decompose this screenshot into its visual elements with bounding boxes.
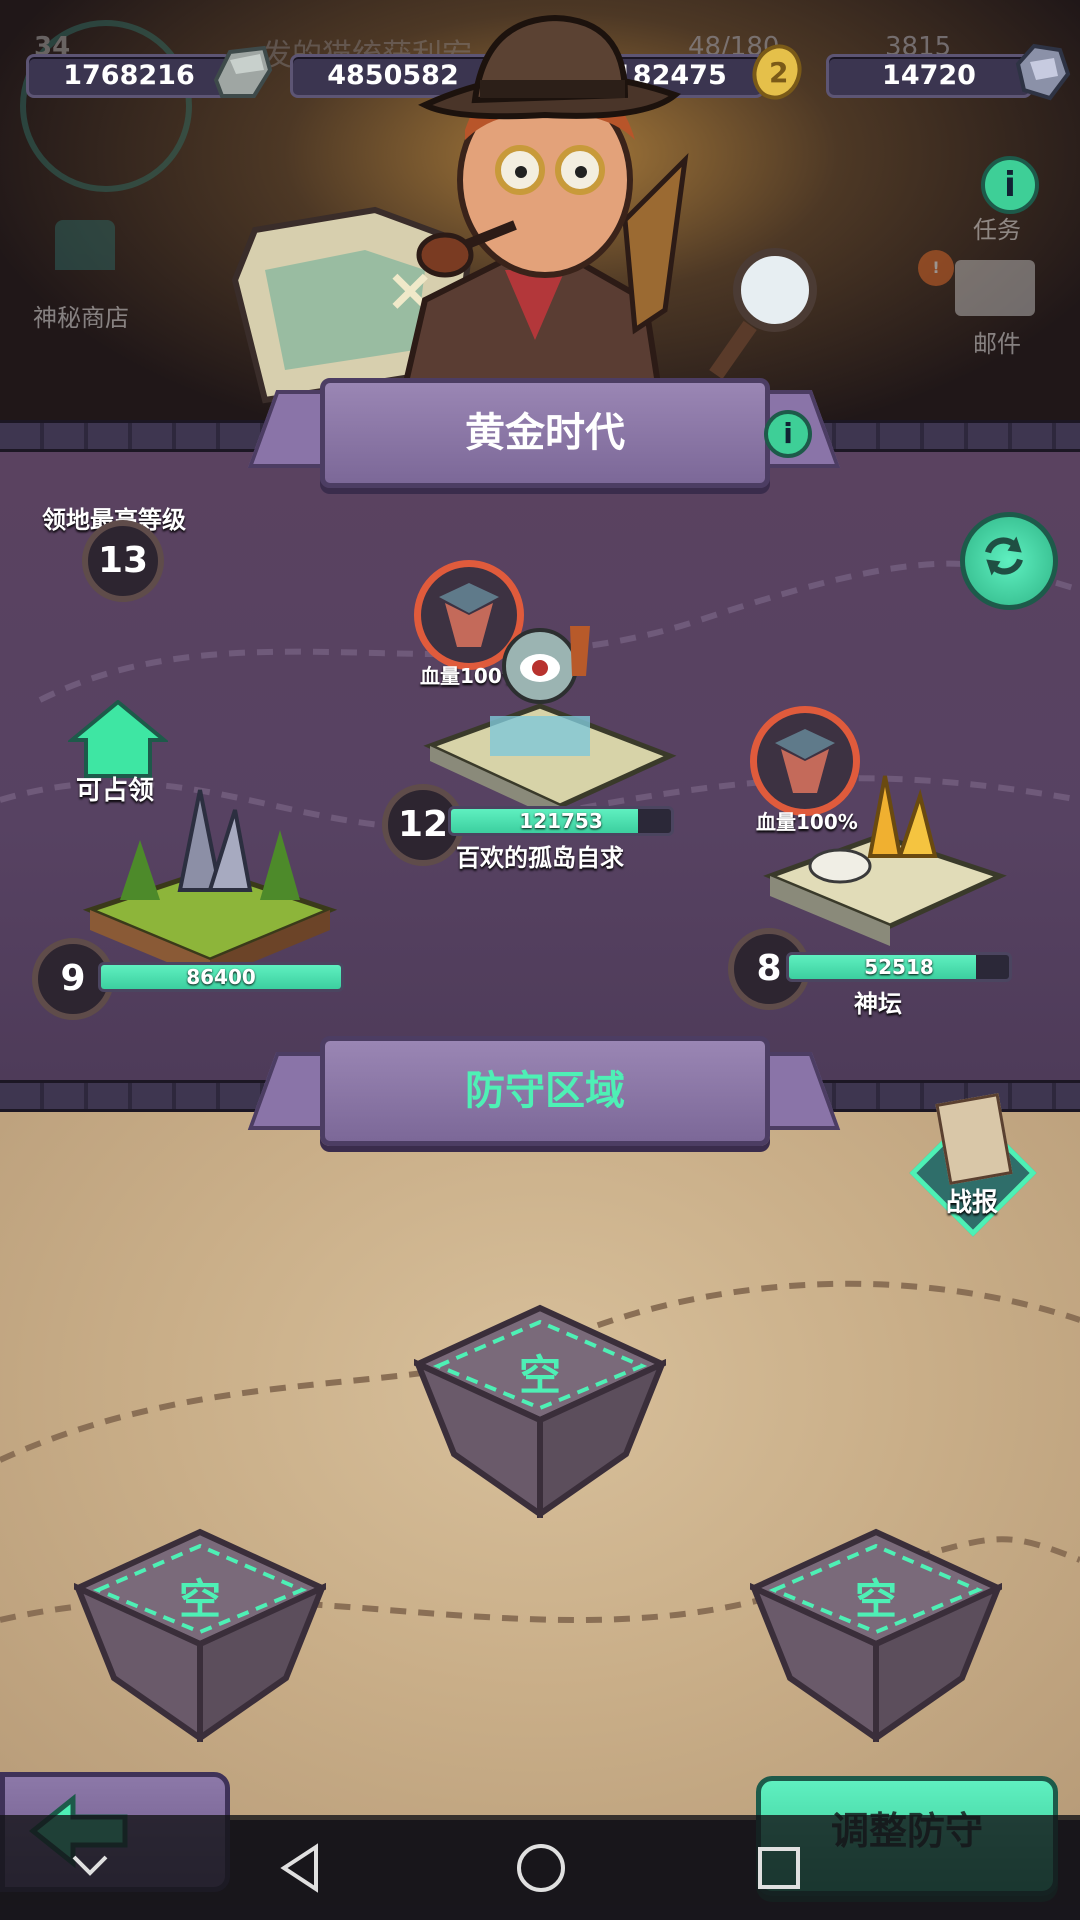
node-2-resource-bar: 121753 [448,806,674,836]
battle-report-button[interactable]: 战报 [906,1093,1037,1237]
node-3-resource-value: 52518 [864,955,934,979]
defense-banner: 防守区域 [320,1036,770,1146]
empty-slot-frame [70,1528,330,1744]
gem-value: 14720 [882,60,976,91]
explorer-character: × [231,14,817,430]
eye-temple-island [423,626,677,821]
shop-tent-icon [55,220,115,270]
gem-counter[interactable]: 14720 [826,54,1032,98]
slot-left-label: 空 [178,1575,221,1624]
chevron-down-icon[interactable] [70,1851,110,1881]
shop-label: 神秘商店 [33,304,129,332]
era-info-icon[interactable]: i [764,410,812,458]
defense-slot-center[interactable]: 空 [410,1304,670,1520]
ore-value: 1768216 [63,60,195,91]
nav-home-icon[interactable] [514,1841,568,1895]
slot-right-label: 空 [854,1575,897,1624]
system-nav-bar [0,1815,1080,1920]
ore-counter[interactable]: 1768216 [26,54,232,98]
player-level[interactable]: 34 [20,20,192,192]
battle-report-label: 战报 [946,1188,999,1218]
defense-title: 防守区域 [465,1068,625,1114]
refresh-icon [985,536,1023,576]
crystal-forest-island [82,789,338,980]
era-banner: 黄金时代 [320,378,770,488]
gem-crystal-icon [1015,43,1071,101]
empty-slot-frame [410,1304,670,1520]
node-1-resource-value: 86400 [186,965,256,989]
node-2-resource-value: 121753 [519,809,603,833]
territory-node-3[interactable]: 血量100% 8 52518 神坛 [720,706,1030,1026]
nav-recents-icon[interactable] [756,1845,802,1891]
empty-slot-frame [746,1528,1006,1744]
altar-island [763,775,1007,946]
max-level-badge: 13 [82,520,164,602]
defense-slot-right[interactable]: 空 [746,1528,1006,1744]
territory-node-1[interactable]: 可占领 9 86400 [20,700,350,1020]
slot-center-label: 空 [518,1351,561,1400]
info-icon[interactable]: i [981,156,1039,214]
mail-button[interactable]: 邮件 [945,250,1055,360]
node-1-resource-bar: 86400 [98,962,344,992]
defense-slot-left[interactable]: 空 [70,1528,330,1744]
node-2-name: 百欢的孤岛自求 [456,844,624,872]
task-button[interactable]: i 任务 [945,120,1055,244]
node-3-name: 神坛 [854,990,902,1018]
task-label: 任务 [973,216,1021,244]
mail-alert-icon: ! [918,250,954,286]
mail-envelope-icon [955,260,1035,316]
newspaper-icon [935,1093,1013,1185]
node-3-resource-bar: 52518 [786,952,1012,982]
refresh-button[interactable] [960,512,1058,610]
territory-node-2[interactable]: 血量100% 12 121753 百欢的孤岛自求 [380,556,690,896]
mail-label: 邮件 [973,330,1021,358]
nav-back-icon[interactable] [276,1843,326,1893]
mystery-shop-button[interactable]: 神秘商店 [25,210,145,332]
era-title: 黄金时代 [465,410,625,456]
